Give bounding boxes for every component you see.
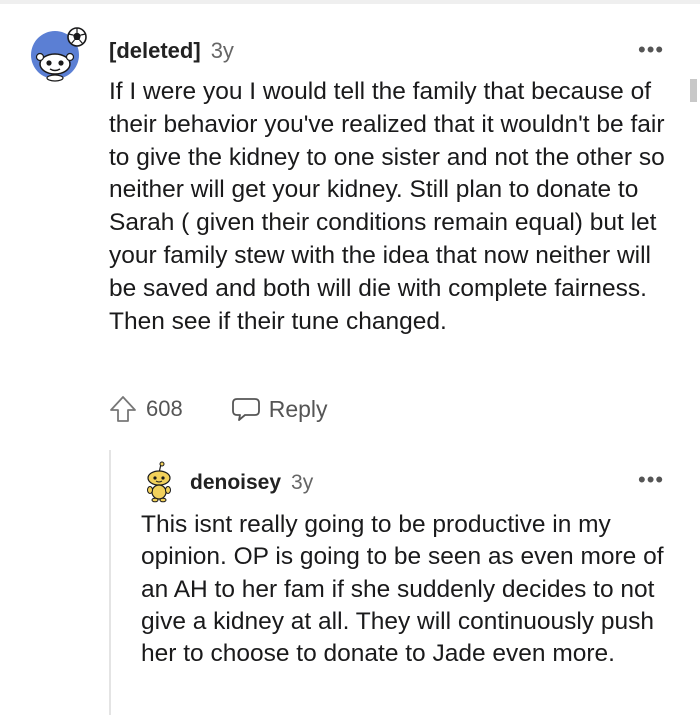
comment-author[interactable]: [deleted]	[109, 38, 201, 63]
comment-body: If I were you I would tell the family th…	[109, 78, 665, 335]
top-divider	[0, 0, 700, 4]
comment-actions: 608 Reply	[108, 392, 328, 426]
snoo-avatar-icon[interactable]	[25, 24, 91, 82]
reply-author[interactable]: denoisey	[190, 471, 281, 494]
snoo-avatar-reply-icon[interactable]	[142, 461, 176, 503]
upvote-arrow-icon	[110, 396, 136, 422]
reply-meta: denoisey 3y	[190, 470, 313, 496]
comment-age: 3y	[210, 38, 234, 63]
more-options-button[interactable]: •••	[638, 39, 664, 61]
speech-bubble-icon	[231, 398, 260, 421]
comment-thread-page: [deleted] 3y ••• If I were you I would te…	[0, 0, 700, 715]
reply-age: 3y	[291, 471, 314, 494]
thread-line[interactable]	[109, 450, 111, 715]
reply-button[interactable]: Reply	[231, 395, 328, 423]
scrollbar-thumb[interactable]	[690, 79, 697, 102]
upvote-button[interactable]: 608	[108, 394, 183, 424]
reply-body: This isnt really going to be productive …	[141, 511, 664, 668]
reply-more-options-button[interactable]: •••	[638, 469, 664, 491]
reply-label: Reply	[268, 395, 328, 422]
comment-meta: [deleted] 3y	[109, 38, 234, 64]
vote-count: 608	[146, 396, 183, 421]
